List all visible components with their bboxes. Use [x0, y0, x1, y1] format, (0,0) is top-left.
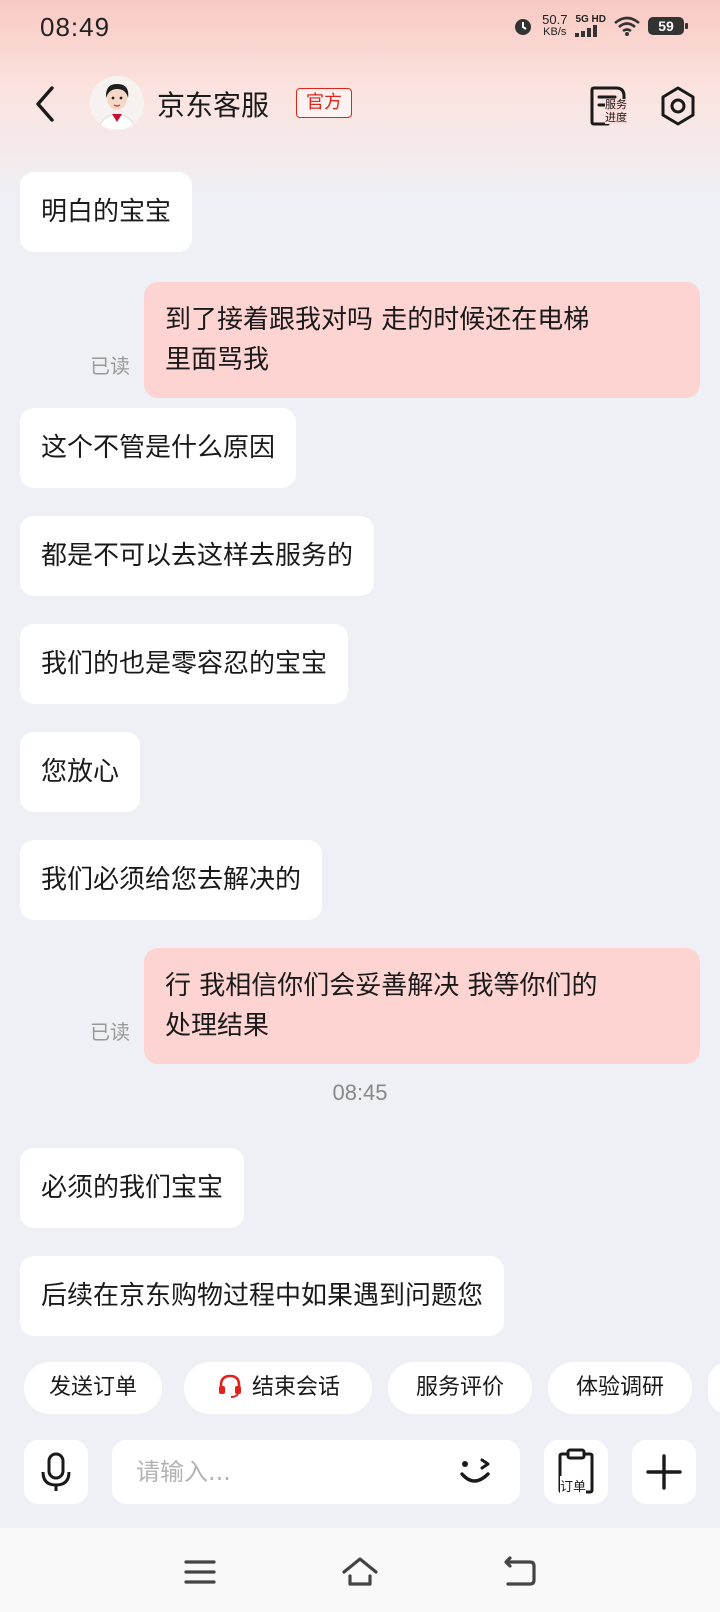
- end-session-chip[interactable]: 结束会话: [184, 1362, 372, 1414]
- status-icons: 50.7 KB/s 5G HD 59: [512, 12, 688, 38]
- alarm-icon: [515, 19, 532, 35]
- status-bar: 08:49 50.7 KB/s 5G HD 59: [0, 0, 720, 56]
- message-bubble-agent[interactable]: 您放心: [20, 732, 141, 812]
- back-nav-icon[interactable]: [498, 1552, 542, 1592]
- message-bubble-agent[interactable]: 我们必须给您去解决的: [20, 840, 323, 920]
- plus-icon: [646, 1454, 682, 1490]
- input-bar: 订单: [0, 1440, 720, 1506]
- home-icon[interactable]: [338, 1552, 382, 1592]
- more-chip[interactable]: [708, 1362, 720, 1414]
- read-status: 已读: [90, 1020, 130, 1044]
- message-bubble-user[interactable]: 到了接着跟我对吗 走的时候还在电梯 里面骂我: [144, 282, 700, 398]
- service-rating-chip[interactable]: 服务评价: [388, 1362, 532, 1414]
- message-bubble-agent[interactable]: 明白的宝宝: [20, 172, 193, 252]
- message-bubble-agent[interactable]: 这个不管是什么原因: [20, 408, 297, 488]
- emoji-icon[interactable]: [456, 1454, 496, 1490]
- message-bubble-agent[interactable]: 必须的我们宝宝: [20, 1148, 245, 1228]
- chat-messages[interactable]: 明白的宝宝 已读 到了接着跟我对吗 走的时候还在电梯 里面骂我 这个不管是什么原…: [0, 160, 720, 1340]
- time-separator: 08:45: [332, 1080, 388, 1105]
- wifi-icon: [614, 16, 640, 36]
- microphone-icon: [41, 1452, 71, 1491]
- signal-group: 5G HD: [575, 15, 606, 37]
- official-badge: 官方: [296, 88, 352, 118]
- back-button[interactable]: [28, 82, 68, 126]
- system-nav-bar: [0, 1528, 720, 1612]
- add-button[interactable]: [632, 1440, 696, 1504]
- experience-survey-chip[interactable]: 体验调研: [548, 1362, 692, 1414]
- service-progress-button[interactable]: 服务 进度: [588, 82, 636, 130]
- send-order-chip[interactable]: 发送订单: [24, 1362, 162, 1414]
- read-status: 已读: [90, 354, 130, 378]
- agent-avatar-icon: [90, 76, 144, 130]
- network-speed: 50.7 KB/s: [542, 12, 568, 38]
- order-button[interactable]: 订单: [544, 1440, 608, 1504]
- chat-header: 京东客服 官方 服务 进度: [0, 70, 720, 140]
- status-time: 08:49: [40, 12, 111, 42]
- menu-icon[interactable]: [178, 1552, 222, 1592]
- voice-button[interactable]: [24, 1440, 88, 1504]
- avatar[interactable]: [90, 76, 144, 130]
- headset-icon: [218, 1374, 241, 1398]
- signal-icon: [575, 25, 598, 37]
- settings-button[interactable]: [656, 82, 700, 130]
- battery-icon: 59: [648, 17, 688, 35]
- message-bubble-agent[interactable]: 后续在京东购物过程中如果遇到问题您: [20, 1256, 505, 1336]
- message-bubble-agent[interactable]: 都是不可以去这样去服务的: [20, 516, 375, 596]
- message-bubble-user[interactable]: 行 我相信你们会妥善解决 我等你们的 处理结果: [144, 948, 700, 1064]
- page-title: 京东客服: [157, 89, 270, 122]
- quick-actions-bar: 发送订单 结束会话 服务评价 体验调研: [0, 1362, 720, 1418]
- message-bubble-agent[interactable]: 我们的也是零容忍的宝宝: [20, 624, 349, 704]
